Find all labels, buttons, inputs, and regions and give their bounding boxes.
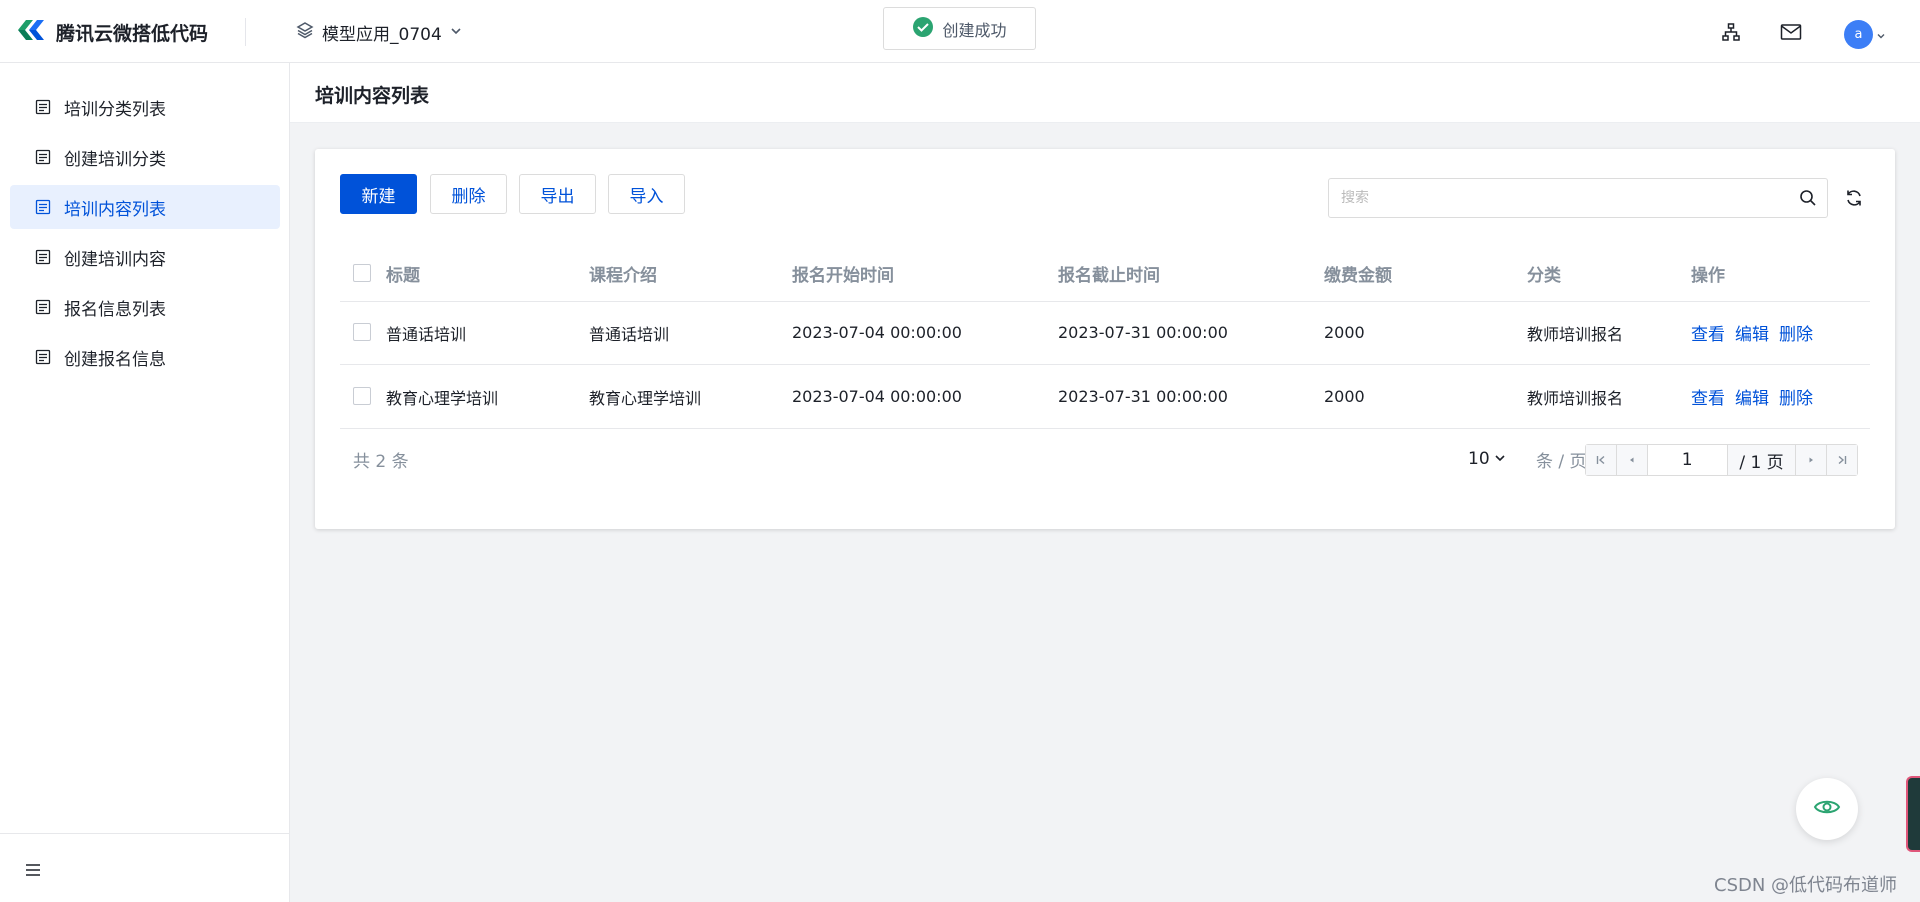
brand-logo-icon [16, 17, 46, 47]
sidebar-item-label: 创建培训分类 [64, 149, 166, 170]
preview-eye-button[interactable] [1796, 778, 1858, 840]
sidebar-item-label: 创建报名信息 [64, 349, 166, 370]
content-card: 新建 删除 导出 导入 标题 课程介绍 报名开始时间 报名截止时间 缴费金额 分… [315, 149, 1895, 529]
sidebar-item-training-category-list[interactable]: 培训分类列表 [10, 85, 280, 129]
cell-intro: 教育心理学培训 [589, 388, 702, 408]
sidebar-divider [0, 833, 289, 834]
cell-fee: 2000 [1324, 323, 1365, 342]
view-link[interactable]: 查看 [1691, 384, 1725, 409]
prev-page-icon[interactable] [1616, 445, 1648, 475]
list-page-icon [34, 98, 52, 116]
app-switcher[interactable]: 模型应用_0704 [296, 17, 462, 47]
column-header-start-time: 报名开始时间 [792, 265, 894, 286]
table-row: 普通话培训 普通话培训 2023-07-04 00:00:00 2023-07-… [340, 301, 1870, 365]
list-page-icon [34, 298, 52, 316]
cell-actions: 查看 编辑 删除 [1691, 301, 1823, 364]
sidebar-item-registration-list[interactable]: 报名信息列表 [10, 285, 280, 329]
pagination-bar: 共 2 条 10 条 / 页 / 1 页 [340, 439, 1870, 479]
refresh-icon[interactable] [1844, 188, 1864, 208]
view-link[interactable]: 查看 [1691, 320, 1725, 345]
row-checkbox[interactable] [353, 323, 371, 341]
toast-text: 创建成功 [942, 20, 1007, 40]
table-header: 标题 课程介绍 报名开始时间 报名截止时间 缴费金额 分类 操作 [340, 245, 1870, 302]
brand[interactable]: 腾讯云微搭低代码 [16, 18, 208, 46]
column-header-fee: 缴费金额 [1324, 265, 1392, 286]
avatar[interactable]: a [1844, 20, 1873, 49]
chevron-down-icon [1494, 449, 1506, 469]
success-check-icon [912, 16, 934, 42]
next-page-icon[interactable] [1795, 445, 1827, 475]
list-page-icon [34, 148, 52, 166]
table-row: 教育心理学培训 教育心理学培训 2023-07-04 00:00:00 2023… [340, 365, 1870, 429]
success-toast: 创建成功 [883, 7, 1036, 50]
top-bar: 腾讯云微搭低代码 模型应用_0704 创建成功 a [0, 0, 1920, 63]
sidebar-item-label: 培训分类列表 [64, 99, 166, 120]
last-page-icon[interactable] [1826, 445, 1858, 475]
sidebar: 培训分类列表 创建培训分类 培训内容列表 创建培训内容 报名信息列表 创建报名信… [0, 63, 290, 902]
mail-icon[interactable] [1778, 19, 1804, 45]
chevron-down-icon [450, 22, 462, 42]
cell-category: 教师培训报名 [1527, 388, 1624, 408]
list-page-icon [34, 198, 52, 216]
sidebar-item-create-training-content[interactable]: 创建培训内容 [10, 235, 280, 279]
import-button[interactable]: 导入 [608, 174, 685, 214]
sidebar-item-training-content-list[interactable]: 培训内容列表 [10, 185, 280, 229]
page-title: 培训内容列表 [315, 85, 430, 107]
new-button[interactable]: 新建 [340, 174, 417, 214]
sidebar-item-create-training-category[interactable]: 创建培训分类 [10, 135, 280, 179]
sidebar-item-label: 报名信息列表 [64, 299, 166, 320]
search-icon[interactable] [1799, 189, 1817, 207]
eye-icon [1813, 797, 1841, 821]
avatar-chevron-down-icon[interactable] [1876, 26, 1886, 45]
column-header-title: 标题 [386, 265, 420, 286]
delete-link[interactable]: 删除 [1779, 384, 1813, 409]
pager: / 1 页 [1585, 444, 1858, 476]
sitemap-icon[interactable] [1718, 19, 1744, 45]
watermark: CSDN @低代码布道师 [1714, 875, 1898, 896]
edit-link[interactable]: 编辑 [1735, 320, 1769, 345]
cell-intro: 普通话培训 [589, 324, 670, 344]
edit-link[interactable]: 编辑 [1735, 384, 1769, 409]
cell-fee: 2000 [1324, 387, 1365, 406]
cell-end-time: 2023-07-31 00:00:00 [1058, 387, 1228, 406]
cell-category: 教师培训报名 [1527, 324, 1624, 344]
column-header-end-time: 报名截止时间 [1058, 265, 1160, 286]
cell-title: 普通话培训 [386, 324, 467, 344]
cell-actions: 查看 编辑 删除 [1691, 365, 1823, 428]
search-input[interactable] [1329, 179, 1803, 217]
per-page-label: 条 / 页 [1536, 451, 1587, 472]
column-header-actions: 操作 [1691, 265, 1725, 286]
layers-icon [296, 21, 314, 44]
page-size-select[interactable]: 10 [1468, 439, 1506, 479]
app-name: 模型应用_0704 [322, 24, 442, 45]
side-floating-widget[interactable] [1906, 776, 1920, 852]
page-header: 培训内容列表 [290, 63, 1920, 123]
list-page-icon [34, 348, 52, 366]
sidebar-item-label: 培训内容列表 [64, 199, 166, 220]
menu-collapse-icon[interactable] [22, 859, 44, 881]
page-size-value: 10 [1468, 449, 1490, 469]
total-count: 共 2 条 [353, 451, 409, 472]
cell-end-time: 2023-07-31 00:00:00 [1058, 323, 1228, 342]
select-all-checkbox[interactable] [353, 264, 371, 282]
list-page-icon [34, 248, 52, 266]
total-pages: / 1 页 [1727, 445, 1796, 475]
first-page-icon[interactable] [1586, 445, 1617, 475]
delete-link[interactable]: 删除 [1779, 320, 1813, 345]
delete-button[interactable]: 删除 [430, 174, 507, 214]
column-header-category: 分类 [1527, 265, 1561, 286]
brand-name: 腾讯云微搭低代码 [56, 22, 209, 45]
cell-start-time: 2023-07-04 00:00:00 [792, 323, 962, 342]
cell-start-time: 2023-07-04 00:00:00 [792, 387, 962, 406]
header-divider [245, 18, 246, 46]
page-number-input[interactable] [1647, 445, 1728, 475]
cell-title: 教育心理学培训 [386, 388, 499, 408]
column-header-intro: 课程介绍 [589, 265, 657, 286]
sidebar-item-label: 创建培训内容 [64, 249, 166, 270]
sidebar-item-create-registration[interactable]: 创建报名信息 [10, 335, 280, 379]
export-button[interactable]: 导出 [519, 174, 596, 214]
row-checkbox[interactable] [353, 387, 371, 405]
search-box [1328, 178, 1828, 218]
